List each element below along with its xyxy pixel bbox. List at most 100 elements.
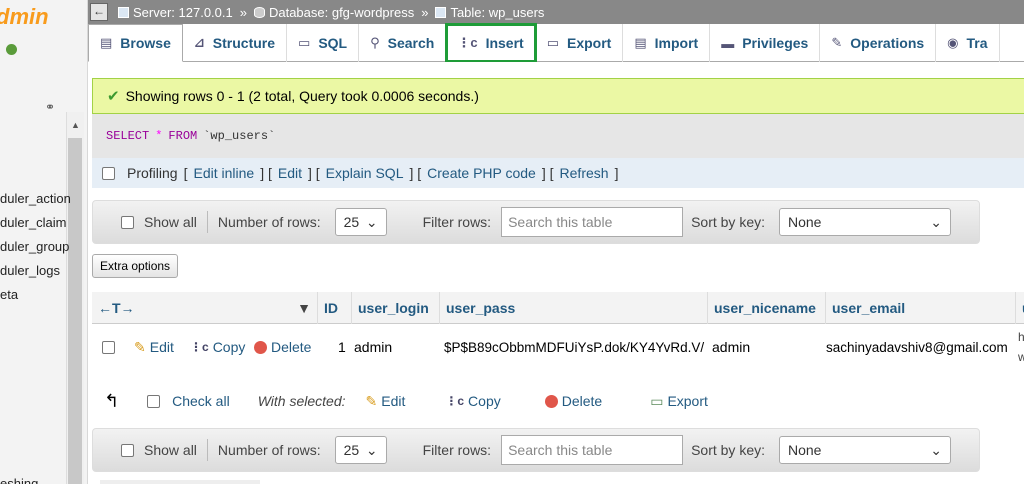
- home-icon[interactable]: [6, 44, 17, 55]
- sort-by-key-select[interactable]: None ⌄: [779, 436, 951, 464]
- column-user-nicename[interactable]: user_nicename: [708, 292, 826, 324]
- bracket: ] [: [409, 165, 422, 181]
- explain-sql-link[interactable]: Explain SQL: [326, 165, 404, 181]
- bracket: ] [: [260, 165, 272, 181]
- arrow-up-icon: ↰: [104, 390, 120, 411]
- server-icon: [118, 6, 129, 18]
- scroll-up-icon[interactable]: ▲: [71, 120, 80, 130]
- table-navigation-top: Show all Number of rows: 25 ⌄ Filter rows…: [92, 200, 980, 244]
- bulk-delete-button[interactable]: Delete: [544, 393, 602, 409]
- chevron-down-icon: ⌄: [365, 441, 378, 458]
- collapse-nav-button[interactable]: ←: [90, 3, 108, 21]
- bulk-copy-label: Copy: [468, 393, 501, 409]
- tab-operations[interactable]: ✎ Operations: [820, 24, 937, 62]
- tab-import[interactable]: ▤ Import: [623, 24, 711, 62]
- filter-rows-label: Filter rows:: [422, 214, 492, 230]
- edit-inline-link[interactable]: Edit inline: [193, 165, 254, 181]
- tree-item[interactable]: duler_claim: [0, 215, 66, 230]
- export-icon: ▭: [650, 392, 664, 409]
- row-delete-link[interactable]: Delete: [254, 339, 311, 355]
- logo[interactable]: dmin: [0, 4, 49, 30]
- row-edit-label: Edit: [149, 339, 174, 355]
- column-user-pass[interactable]: user_pass: [440, 292, 708, 324]
- show-all-label: Show all: [144, 214, 197, 230]
- structure-icon: ⊿: [193, 35, 205, 50]
- column-id[interactable]: ID: [318, 292, 352, 324]
- breadcrumb-server[interactable]: Server: 127.0.0.1: [118, 5, 233, 20]
- sql-icon: ▭: [298, 35, 311, 50]
- sort-select-value: None: [788, 442, 822, 458]
- bulk-edit-button[interactable]: ✎ Edit: [366, 393, 406, 410]
- sort-down-icon[interactable]: ▼: [297, 300, 311, 316]
- filter-rows-input[interactable]: Search this table: [501, 435, 684, 465]
- cell-user-url-line: ht: [1018, 330, 1024, 344]
- breadcrumb-table-label: Table: wp_users: [450, 4, 545, 20]
- export-icon: ▭: [546, 35, 559, 50]
- check-icon: ✔: [107, 88, 120, 105]
- bulk-copy-button[interactable]: ⋮c Copy: [445, 393, 500, 409]
- tab-sql[interactable]: ▭ SQL: [287, 24, 360, 62]
- tab-label: SQL: [318, 35, 348, 51]
- link-icon[interactable]: ⚭: [45, 100, 55, 114]
- tab-insert[interactable]: ⋮c Insert: [445, 23, 537, 63]
- pencil-icon: ✎: [365, 392, 378, 409]
- row-edit-link[interactable]: ✎ Edit: [134, 339, 174, 356]
- tab-search[interactable]: ⚲ Search: [359, 24, 447, 62]
- database-icon: [253, 6, 265, 18]
- check-all-checkbox[interactable]: [147, 394, 161, 408]
- scrollbar-thumb[interactable]: [68, 138, 82, 484]
- tab-export[interactable]: ▭ Export: [536, 24, 624, 62]
- sort-by-key-label: Sort by key:: [691, 214, 765, 230]
- tree-item[interactable]: eshing: [0, 476, 38, 484]
- tab-label: Privileges: [742, 35, 809, 51]
- bulk-export-button[interactable]: ▭ Export: [650, 393, 708, 410]
- sort-by-key-select[interactable]: None ⌄: [779, 208, 951, 236]
- tab-privileges[interactable]: ▬ Privileges: [710, 24, 821, 62]
- rows-label: Number of rows:: [217, 214, 321, 230]
- column-user-url[interactable]: u: [1016, 292, 1024, 324]
- sql-keyword-select: SELECT: [106, 129, 150, 143]
- column-arrows: ←T→ ▼: [92, 292, 318, 324]
- tree-item[interactable]: duler_logs: [0, 263, 60, 278]
- edit-link[interactable]: Edit: [278, 165, 302, 181]
- tree-item[interactable]: eta: [0, 287, 18, 302]
- cell-user-url: ht w: [1018, 324, 1024, 370]
- delete-icon: [254, 340, 267, 354]
- breadcrumb-database[interactable]: Database: gfg-wordpress: [253, 5, 414, 20]
- extra-options-button[interactable]: Extra options: [92, 254, 179, 278]
- sql-query-box[interactable]: SELECT * FROM `wp_users`: [92, 114, 1024, 158]
- row-delete-label: Delete: [271, 339, 312, 355]
- rows-select[interactable]: 25 ⌄: [334, 436, 387, 464]
- column-user-email[interactable]: user_email: [826, 292, 1016, 324]
- tab-tracking[interactable]: ◉ Tra: [936, 24, 1000, 62]
- show-all-checkbox[interactable]: [121, 215, 134, 229]
- table-navigation-bottom: Show all Number of rows: 25 ⌄ Filter rows…: [92, 428, 980, 472]
- rows-label: Number of rows:: [217, 442, 321, 458]
- search-icon: ⚲: [370, 35, 380, 50]
- breadcrumb-separator: »: [239, 4, 247, 20]
- show-all-checkbox[interactable]: [121, 443, 134, 457]
- row-edit-cell: ✎ Edit: [134, 324, 174, 370]
- copy-icon: ⋮c: [445, 394, 465, 408]
- tree-item[interactable]: duler_group: [0, 239, 69, 254]
- tree-item[interactable]: duler_action: [0, 191, 71, 206]
- row-checkbox[interactable]: [102, 340, 115, 354]
- tab-structure[interactable]: ⊿ Structure: [183, 24, 288, 62]
- profiling-label: Profiling: [127, 165, 178, 181]
- rows-select[interactable]: 25 ⌄: [334, 208, 387, 236]
- profiling-checkbox[interactable]: [102, 166, 115, 180]
- row-copy-link[interactable]: ⋮c Copy: [190, 339, 245, 355]
- filter-rows-input[interactable]: Search this table: [501, 207, 684, 237]
- column-user-login[interactable]: user_login: [352, 292, 440, 324]
- bulk-actions: ↰ Check all With selected: ✎ Edit ⋮c Copy …: [92, 384, 1024, 418]
- tab-browse[interactable]: ▤ Browse: [88, 24, 183, 62]
- import-icon: ▤: [634, 35, 647, 50]
- create-php-code-link[interactable]: Create PHP code: [427, 165, 536, 181]
- chevron-down-icon: ⌄: [365, 213, 378, 230]
- column-arrows-label[interactable]: ←T→: [98, 300, 135, 316]
- divider: [206, 211, 208, 233]
- bulk-export-label: Export: [667, 393, 708, 409]
- check-all-link[interactable]: Check all: [172, 393, 230, 409]
- refresh-link[interactable]: Refresh: [560, 165, 609, 181]
- breadcrumb-table[interactable]: Table: wp_users: [435, 5, 544, 20]
